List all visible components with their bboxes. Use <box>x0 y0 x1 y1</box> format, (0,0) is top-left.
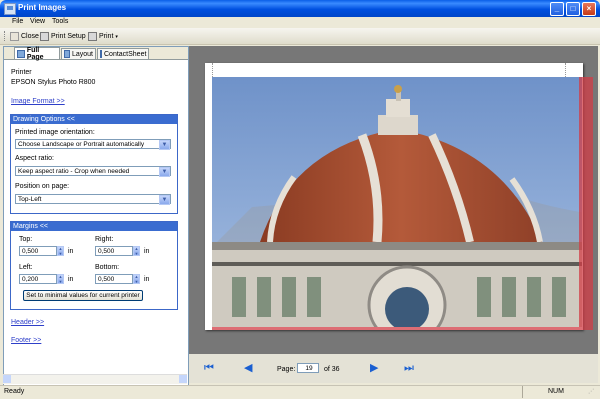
orientation-value: Choose Landscape or Portrait automatical… <box>18 141 145 148</box>
set-minimal-margins-button[interactable]: Set to minimal values for current printe… <box>23 290 143 301</box>
status-bar: Ready NUM ⋰ <box>0 385 600 399</box>
full-page-icon <box>17 49 25 58</box>
page-number-input[interactable]: 19 <box>297 363 319 373</box>
window-title: Print Images <box>18 3 67 12</box>
right-unit: in <box>144 248 150 255</box>
title-bar: Print Images _ □ × <box>0 0 600 17</box>
crop-mark <box>565 63 566 77</box>
footer-link[interactable]: Footer >> <box>11 337 41 344</box>
position-label: Position on page: <box>15 183 70 190</box>
position-value: Top-Left <box>18 196 42 203</box>
printer-icon <box>88 32 97 41</box>
status-text: Ready <box>4 388 25 395</box>
toolbar: Close Print Setup Print ▾ <box>0 28 600 45</box>
top-label: Top: <box>19 236 33 243</box>
bottom-margin-input[interactable]: 0,500 <box>95 274 133 284</box>
tab-strip: Full Page Layout ContactSheet <box>4 46 188 61</box>
minimize-button[interactable]: _ <box>550 2 564 16</box>
preview-image <box>212 77 582 327</box>
right-margin-input[interactable]: 0,500 <box>95 246 133 256</box>
toolbar-grip[interactable] <box>4 31 7 41</box>
top-margin-spinner[interactable]: ▲ ▼ <box>57 246 64 256</box>
num-lock-indicator: NUM <box>548 388 564 395</box>
position-select[interactable]: Top-Left ▼ <box>15 194 171 205</box>
left-unit: in <box>68 276 74 283</box>
page-count: of 36 <box>324 366 340 373</box>
close-button[interactable]: Close <box>10 31 39 42</box>
tab-layout-label: Layout <box>71 50 93 58</box>
tab-layout[interactable]: Layout <box>61 48 96 59</box>
panel-horizontal-scrollbar[interactable] <box>3 374 187 384</box>
margin-overlay-bottom <box>212 327 593 330</box>
print-setup-label: Print Setup <box>51 33 86 40</box>
drawing-options-header[interactable]: Drawing Options << <box>11 115 177 124</box>
maximize-button[interactable]: □ <box>566 2 580 16</box>
crop-mark <box>212 63 213 77</box>
right-label: Right: <box>95 236 114 243</box>
page-label: Page: <box>277 366 296 373</box>
printer-label: Printer <box>11 69 32 76</box>
last-page-icon[interactable]: ⏭ <box>404 362 414 374</box>
contactsheet-icon <box>100 50 102 58</box>
header-link[interactable]: Header >> <box>11 319 44 326</box>
bottom-label: Bottom: <box>95 264 120 271</box>
image-format-link[interactable]: Image Format >> <box>11 98 65 105</box>
print-label: Print <box>99 33 114 40</box>
tab-contactsheet-label: ContactSheet <box>104 50 147 58</box>
previous-page-icon[interactable]: ◀ <box>244 362 252 374</box>
print-dropdown-icon[interactable]: ▾ <box>115 34 118 40</box>
tab-contactsheet[interactable]: ContactSheet <box>97 48 149 59</box>
tab-full-page[interactable]: Full Page <box>14 46 60 61</box>
orientation-select[interactable]: Choose Landscape or Portrait automatical… <box>15 139 171 150</box>
chevron-down-icon[interactable]: ▼ <box>159 140 170 150</box>
resize-grip-icon[interactable]: ⋰ <box>588 388 594 395</box>
menu-file[interactable]: File <box>12 18 23 25</box>
bottom-margin-spinner[interactable]: ▲ ▼ <box>133 274 140 284</box>
margin-overlay-right <box>579 77 593 327</box>
aspect-label: Aspect ratio: <box>15 155 54 162</box>
margins-header[interactable]: Margins << <box>11 222 177 231</box>
left-margin-spinner[interactable]: ▲ ▼ <box>57 274 64 284</box>
tab-full-page-label: Full Page <box>26 46 44 61</box>
orientation-label: Printed image orientation: <box>15 129 95 136</box>
aspect-select[interactable]: Keep aspect ratio - Crop when needed ▼ <box>15 166 171 177</box>
right-margin-spinner[interactable]: ▲ ▼ <box>133 246 140 256</box>
left-margin-input[interactable]: 0,200 <box>19 274 57 284</box>
print-button[interactable]: Print ▾ <box>88 31 118 42</box>
close-icon <box>10 32 19 41</box>
close-label: Close <box>21 33 39 40</box>
close-window-button[interactable]: × <box>582 2 596 16</box>
top-unit: in <box>68 248 74 255</box>
printer-name: EPSON Stylus Photo R800 <box>11 79 96 86</box>
dome-photo <box>212 77 582 327</box>
menu-bar: File View Tools <box>0 17 600 28</box>
app-icon <box>4 3 16 15</box>
print-setup-button[interactable]: Print Setup <box>40 31 86 42</box>
layout-icon <box>64 50 70 58</box>
bottom-unit: in <box>144 276 150 283</box>
next-page-icon[interactable]: ▶ <box>370 362 378 374</box>
drawing-options-group: Drawing Options << Printed image orienta… <box>10 114 178 214</box>
chevron-down-icon[interactable]: ▼ <box>159 167 170 177</box>
first-page-icon[interactable]: ⏮ <box>204 362 214 374</box>
aspect-value: Keep aspect ratio - Crop when needed <box>18 168 130 175</box>
menu-tools[interactable]: Tools <box>52 18 68 25</box>
left-label: Left: <box>19 264 33 271</box>
margins-group: Margins << Top: 0,500 ▲ ▼ in Right: 0,500… <box>10 221 178 310</box>
menu-view[interactable]: View <box>30 18 45 25</box>
options-panel: Full Page Layout ContactSheet Printer EP… <box>3 46 189 386</box>
scroll-left-icon[interactable] <box>3 375 11 383</box>
printer-setup-icon <box>40 32 49 41</box>
chevron-down-icon[interactable]: ▼ <box>159 195 170 205</box>
scroll-right-icon[interactable] <box>179 375 187 383</box>
top-margin-input[interactable]: 0,500 <box>19 246 57 256</box>
